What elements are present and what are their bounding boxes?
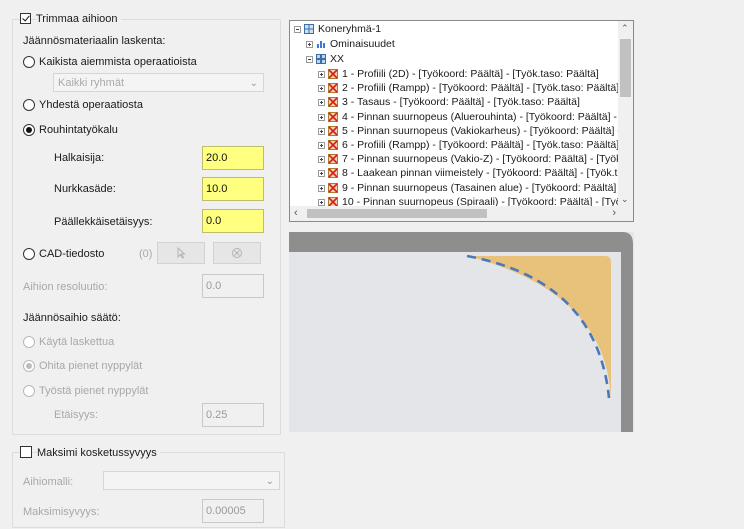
cursor-arrow-icon (177, 246, 186, 259)
stock-model-label: Aihiomalli: (23, 476, 74, 488)
radio-cad-file-label: CAD-tiedosto (39, 248, 105, 260)
distance-label: Etäisyys: (54, 409, 99, 421)
machine-group-icon (304, 24, 314, 34)
tree-root-label: Koneryhmä-1 (318, 23, 382, 35)
expand-icon[interactable] (318, 113, 325, 121)
expand-icon[interactable] (318, 184, 325, 192)
tree-operation-label: 8 - Laakean pinnan viimeistely - [Työkoo… (342, 167, 634, 180)
calc-section-title: Jäännösmateriaalin laskenta: (23, 35, 166, 47)
corner-radius-input[interactable]: 10.0 (202, 177, 264, 201)
scroll-corner (618, 206, 633, 221)
residual-section-title: Jäännösaihio säätö: (23, 312, 121, 324)
radio-combined[interactable] (23, 99, 35, 111)
max-depth-input[interactable]: 0.00005 (202, 499, 264, 523)
max-depth-label: Maksimisyvyys: (23, 506, 100, 518)
trim-stock-checkbox[interactable] (20, 13, 31, 24)
radio-use-computed-label: Käytä laskettua (39, 336, 115, 348)
tree-operation-label: 9 - Pinnan suurnopeus (Tasainen alue) - … (342, 181, 633, 194)
operation-dirty-icon (328, 154, 338, 165)
max-fit-checkbox[interactable] (20, 446, 32, 458)
overlap-input[interactable]: 0.0 (202, 209, 264, 233)
overlap-label: Päällekkäisetäisyys: (54, 216, 153, 228)
expand-icon[interactable] (318, 99, 325, 107)
expand-icon[interactable] (318, 127, 325, 135)
clear-icon (232, 248, 242, 258)
trim-stock-label: Trimmaa aihioon (36, 12, 121, 26)
operation-dirty-icon (328, 69, 338, 79)
group-select: Kaikki ryhmät ⌄ (53, 73, 264, 92)
expand-icon[interactable] (318, 170, 325, 178)
operation-dirty-icon (328, 168, 338, 179)
radio-prev-ops[interactable] (23, 56, 35, 68)
radio-use-computed[interactable] (23, 336, 35, 348)
group-select-value: Kaikki ryhmät (58, 77, 125, 89)
properties-icon (317, 41, 325, 48)
tree-group-label: XX (330, 53, 345, 65)
tree-operation-label: 7 - Pinnan suurnopeus (Vakio-Z) - [Työko… (342, 153, 633, 166)
stock-model-select[interactable]: ⌄ (103, 471, 280, 490)
max-fit-label: Maksimi kosketussyvyys (37, 446, 160, 460)
cad-count: (0) (139, 248, 153, 260)
stock-resolution-label: Aihion resoluutio: (23, 281, 108, 293)
tree-operation-label: 1 - Profiili (2D) - [Työkoord: Päältä] -… (342, 68, 599, 80)
expand-icon[interactable] (318, 71, 325, 78)
operation-dirty-icon (328, 125, 338, 136)
toolpath-group-icon (316, 54, 326, 64)
scroll-up-icon[interactable]: ⌃ (621, 23, 629, 34)
tree-operation-label: 4 - Pinnan suurnopeus (Aluerouhinta) - [… (342, 110, 633, 123)
tree-operation-label: 5 - Pinnan suurnopeus (Vakiokarheus) - [… (342, 124, 633, 137)
operation-dirty-icon (328, 97, 338, 108)
stock-resolution-input[interactable]: 0.0 (202, 274, 264, 298)
operation-dirty-icon (328, 182, 338, 193)
expand-icon[interactable] (318, 142, 325, 149)
horizontal-scrollbar[interactable]: ‹ › (290, 206, 620, 221)
tree-operation-label: 2 - Profiili (Rampp) - [Työkoord: Päältä… (342, 82, 620, 95)
scroll-right-icon[interactable]: › (612, 207, 616, 219)
diameter-input[interactable]: 20.0 (202, 146, 264, 170)
tree-properties-label: Ominaisuudet (330, 38, 395, 50)
vertical-scrollbar[interactable]: ⌃ ⌄ (618, 21, 633, 207)
preview-graphic (289, 232, 634, 432)
operation-dirty-icon (328, 111, 338, 122)
corner-radius-label: Nurkkasäde: (54, 183, 116, 195)
radio-combined-label: Yhdestä operaatiosta (39, 99, 143, 111)
radio-prev-ops-label: Kaikista aiemmista operaatioista (39, 56, 197, 68)
radio-cad-file[interactable] (23, 248, 35, 260)
select-entities-button[interactable] (157, 242, 205, 264)
operation-dirty-icon (328, 83, 338, 94)
radio-machine-small-cusps-label: Työstä pienet nyppylät (39, 385, 149, 397)
distance-input[interactable]: 0.25 (202, 403, 264, 427)
horizontal-scroll-thumb[interactable] (307, 209, 487, 218)
radio-machine-small-cusps[interactable] (23, 385, 35, 397)
diameter-label: Halkaisija: (54, 152, 105, 164)
vertical-scroll-thumb[interactable] (620, 39, 631, 97)
expand-icon[interactable] (306, 41, 313, 48)
collapse-icon[interactable] (306, 56, 313, 63)
expand-icon[interactable] (318, 85, 325, 93)
tree-operation-label: 3 - Tasaus - [Työkoord: Päältä] - [Työk.… (342, 96, 580, 109)
collapse-icon[interactable] (294, 26, 301, 33)
chevron-down-icon: ⌄ (265, 476, 274, 487)
expand-icon[interactable] (318, 198, 325, 206)
radio-roughing-tool-label: Rouhintatyökalu (39, 124, 118, 136)
clear-entities-button[interactable] (213, 242, 261, 264)
scroll-down-icon[interactable]: ⌄ (621, 194, 629, 205)
operation-dirty-icon (328, 140, 338, 150)
chevron-down-icon: ⌄ (249, 78, 258, 89)
operations-tree[interactable]: Koneryhmä-1 Ominaisuudet XX 1 - Profiili… (289, 20, 634, 222)
expand-icon[interactable] (318, 156, 325, 164)
scroll-left-icon[interactable]: ‹ (294, 207, 298, 219)
radio-skip-small-cusps[interactable] (23, 360, 35, 372)
radio-roughing-tool[interactable] (23, 124, 35, 136)
radio-skip-small-cusps-label: Ohita pienet nyppylät (39, 360, 143, 372)
tree-operation-label: 6 - Profiili (Rampp) - [Työkoord: Päältä… (342, 139, 620, 151)
